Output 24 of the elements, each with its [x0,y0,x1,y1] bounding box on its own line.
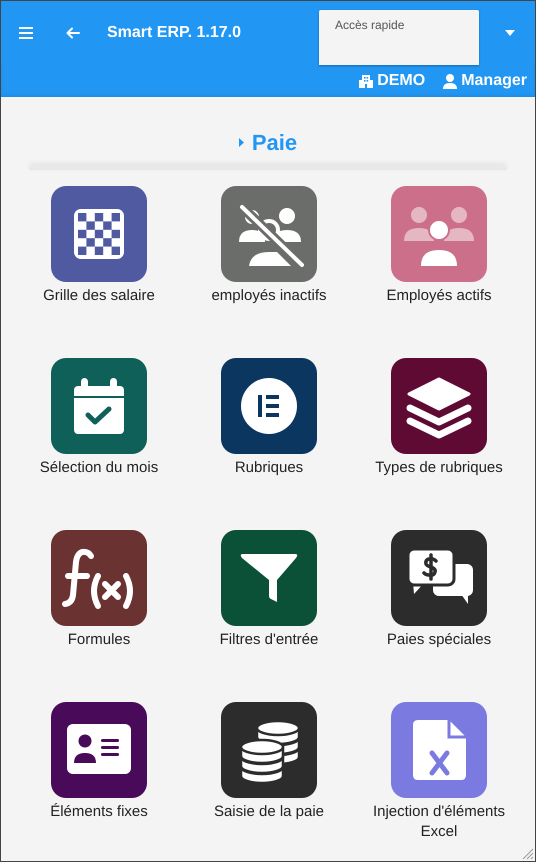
module-tile[interactable]: Grille des salaire [43,186,155,322]
module-tile[interactable]: Éléments fixes [50,702,148,838]
user-name: Manager [461,71,527,91]
section-title: Paie [252,128,298,156]
back-button[interactable] [66,27,80,39]
dropdown-button[interactable] [505,30,515,36]
module-tile[interactable]: Injection d'éléments Excel [354,702,524,838]
module-tile[interactable]: Sélection du mois [40,358,158,494]
menu-button[interactable] [19,27,33,39]
caret-right-icon [238,138,244,146]
module-tile[interactable]: Rubriques [221,358,317,494]
resize-grip-icon[interactable] [522,848,534,860]
user-icon [443,74,458,88]
module-tile[interactable]: Employés actifs [386,186,492,322]
input-field[interactable]: Accès rapide [319,10,479,65]
app-title: Smart ERP. 1.17.0 [107,23,242,43]
module-tile[interactable]: Paies spéciales [386,530,492,666]
building-icon [359,74,374,88]
company-name: DEMO [377,71,426,91]
module-tile[interactable]: employés inactifs [211,186,327,322]
module-tile[interactable]: Types de rubriques [375,358,503,494]
module-tile[interactable]: Filtres d'entrée [220,530,318,666]
module-tile[interactable]: Saisie de la paie [214,702,324,838]
module-tile[interactable]: Formules [51,530,147,666]
